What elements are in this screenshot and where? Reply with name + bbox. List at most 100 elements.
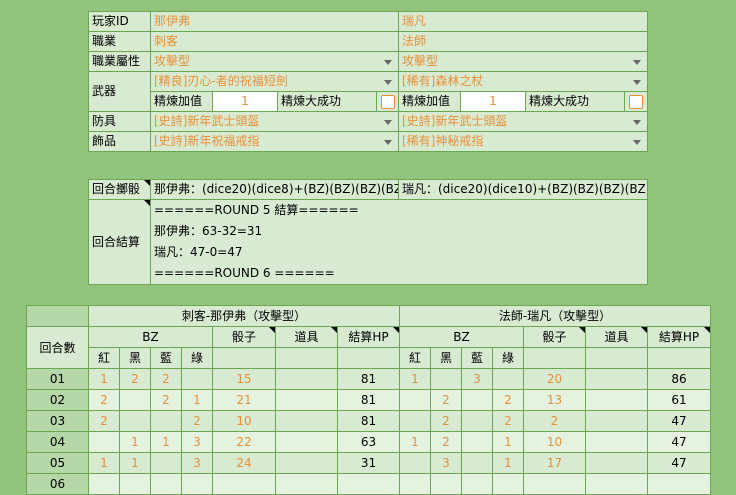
player1-accessory-dropdown[interactable]: [史詩]新年祝福戒指 bbox=[150, 131, 399, 152]
player1-bz-count[interactable]: 1 bbox=[88, 452, 120, 474]
player2-success-checkbox[interactable] bbox=[629, 94, 643, 109]
player2-item-value[interactable] bbox=[585, 410, 648, 432]
player1-bz-count[interactable]: 1 bbox=[181, 389, 213, 411]
player2-bz-count[interactable]: 2 bbox=[492, 410, 524, 432]
player1-dice-value[interactable]: 24 bbox=[212, 452, 276, 474]
player1-success-checkbox[interactable] bbox=[380, 94, 395, 109]
player2-bz-count[interactable]: 2 bbox=[492, 389, 524, 411]
player2-bz-count[interactable]: 3 bbox=[461, 368, 493, 390]
player2-item-value[interactable] bbox=[585, 368, 648, 390]
player1-bz-count[interactable] bbox=[150, 410, 182, 432]
player-setup-table: 玩家ID 那伊弗 瑞凡 職業 刺客 法師 職業屬性 攻擊型 攻擊型 武器 [精良… bbox=[88, 11, 648, 152]
player1-job-attr-dropdown[interactable]: 攻擊型 bbox=[150, 51, 399, 72]
player1-dice-header: 骰子 bbox=[212, 326, 276, 348]
player1-bz-count[interactable]: 2 bbox=[88, 389, 120, 411]
player1-item-value[interactable] bbox=[275, 452, 338, 474]
player1-dice-value[interactable] bbox=[212, 473, 276, 495]
player2-bz-count[interactable]: 2 bbox=[430, 410, 462, 432]
player1-bz-count[interactable]: 2 bbox=[119, 368, 151, 390]
player2-accessory-dropdown[interactable]: [稀有]神秘戒指 bbox=[398, 131, 648, 152]
player2-bz-header: BZ bbox=[399, 326, 524, 348]
player1-item-value[interactable] bbox=[275, 431, 338, 453]
player2-dice-value[interactable]: 13 bbox=[523, 389, 586, 411]
player2-bz-count[interactable]: 1 bbox=[492, 452, 524, 474]
player2-dice-value[interactable]: 20 bbox=[523, 368, 586, 390]
player1-bz-count[interactable]: 1 bbox=[88, 368, 120, 390]
player2-bz-count[interactable] bbox=[492, 473, 524, 495]
player2-job-attr-dropdown[interactable]: 攻擊型 bbox=[398, 51, 648, 72]
player1-bz-count[interactable] bbox=[119, 410, 151, 432]
player2-id[interactable]: 瑞凡 bbox=[398, 11, 648, 32]
player2-armor-dropdown[interactable]: [史詩]新年武士頭盔 bbox=[398, 111, 648, 132]
player2-bz-count[interactable]: 1 bbox=[492, 431, 524, 453]
player2-job[interactable]: 法師 bbox=[398, 31, 648, 52]
player1-dice-value[interactable]: 22 bbox=[212, 431, 276, 453]
player1-armor-dropdown[interactable]: [史詩]新年武士頭盔 bbox=[150, 111, 399, 132]
player2-dice-value[interactable]: 10 bbox=[523, 431, 586, 453]
player1-bz-count[interactable]: 1 bbox=[119, 431, 151, 453]
player2-item-value[interactable] bbox=[585, 389, 648, 411]
color-red-header: 紅 bbox=[88, 347, 120, 369]
player2-bz-count[interactable] bbox=[430, 473, 462, 495]
player1-bz-count[interactable] bbox=[88, 473, 120, 495]
player1-bz-count[interactable]: 1 bbox=[150, 431, 182, 453]
player2-item-value[interactable] bbox=[585, 452, 648, 474]
player1-bz-count[interactable]: 2 bbox=[150, 389, 182, 411]
player2-dice-value[interactable]: 2 bbox=[523, 410, 586, 432]
player1-bz-count[interactable] bbox=[181, 473, 213, 495]
round-number: 01 bbox=[26, 368, 89, 390]
player2-refine-value[interactable]: 1 bbox=[461, 92, 526, 111]
player2-item-value[interactable] bbox=[585, 473, 648, 495]
player1-bz-count[interactable] bbox=[88, 431, 120, 453]
player2-dice-value[interactable] bbox=[523, 473, 586, 495]
player2-bz-count[interactable] bbox=[430, 368, 462, 390]
player2-bz-count[interactable]: 1 bbox=[399, 368, 431, 390]
player1-bz-count[interactable]: 3 bbox=[181, 431, 213, 453]
player1-bz-count[interactable] bbox=[150, 452, 182, 474]
player1-dice-value[interactable]: 10 bbox=[212, 410, 276, 432]
player1-item-value[interactable] bbox=[275, 473, 338, 495]
player1-bz-count[interactable]: 2 bbox=[88, 410, 120, 432]
player2-bz-count[interactable] bbox=[461, 473, 493, 495]
player1-roll-formula[interactable]: 那伊弗：(dice20)(dice8)+(BZ)(BZ)(BZ)(BZ bbox=[150, 179, 399, 200]
player1-bz-count[interactable]: 2 bbox=[181, 410, 213, 432]
player1-bz-count[interactable] bbox=[150, 473, 182, 495]
player2-weapon-dropdown[interactable]: [稀有]森林之杖 bbox=[398, 71, 648, 92]
player1-bz-count[interactable] bbox=[119, 389, 151, 411]
player2-bz-count[interactable]: 2 bbox=[430, 389, 462, 411]
player1-bz-count[interactable] bbox=[181, 368, 213, 390]
player2-item-value[interactable] bbox=[585, 431, 648, 453]
player2-bz-count[interactable]: 2 bbox=[430, 431, 462, 453]
round-number: 06 bbox=[26, 473, 89, 495]
player2-bz-count[interactable] bbox=[461, 452, 493, 474]
player2-bz-count[interactable] bbox=[399, 452, 431, 474]
round-roll-label: 回合擲骰 bbox=[88, 179, 151, 200]
player1-bz-count[interactable]: 3 bbox=[181, 452, 213, 474]
color-green-header: 綠 bbox=[181, 347, 213, 369]
round-result-log[interactable]: ======ROUND 5 結算====== 那伊弗：63-32=31 瑞凡：4… bbox=[150, 199, 648, 285]
round-number-header: 回合數 bbox=[26, 326, 89, 369]
player2-bz-count[interactable] bbox=[461, 410, 493, 432]
player1-bz-count[interactable]: 2 bbox=[150, 368, 182, 390]
player2-bz-count[interactable] bbox=[399, 389, 431, 411]
player2-bz-count[interactable] bbox=[461, 389, 493, 411]
player1-bz-count[interactable] bbox=[119, 473, 151, 495]
player2-dice-value[interactable]: 17 bbox=[523, 452, 586, 474]
player1-refine-value[interactable]: 1 bbox=[213, 92, 278, 111]
player1-weapon-dropdown[interactable]: [精良]刃心-者的祝福短劍 bbox=[150, 71, 399, 92]
player2-bz-count[interactable] bbox=[492, 368, 524, 390]
player2-roll-formula[interactable]: 瑞凡：(dice20)(dice10)+(BZ)(BZ)(BZ)(BZ)+1 bbox=[398, 179, 648, 200]
player1-dice-value[interactable]: 15 bbox=[212, 368, 276, 390]
player1-dice-value[interactable]: 21 bbox=[212, 389, 276, 411]
player1-item-value[interactable] bbox=[275, 389, 338, 411]
player2-bz-count[interactable] bbox=[399, 473, 431, 495]
player2-bz-count[interactable]: 3 bbox=[430, 452, 462, 474]
player2-bz-count[interactable]: 1 bbox=[399, 431, 431, 453]
player2-bz-count[interactable] bbox=[461, 431, 493, 453]
player1-item-value[interactable] bbox=[275, 368, 338, 390]
player1-bz-count[interactable]: 1 bbox=[119, 452, 151, 474]
player1-job[interactable]: 刺客 bbox=[150, 31, 399, 52]
player2-bz-count[interactable] bbox=[399, 410, 431, 432]
player1-id[interactable]: 那伊弗 bbox=[150, 11, 399, 32]
player1-item-value[interactable] bbox=[275, 410, 338, 432]
